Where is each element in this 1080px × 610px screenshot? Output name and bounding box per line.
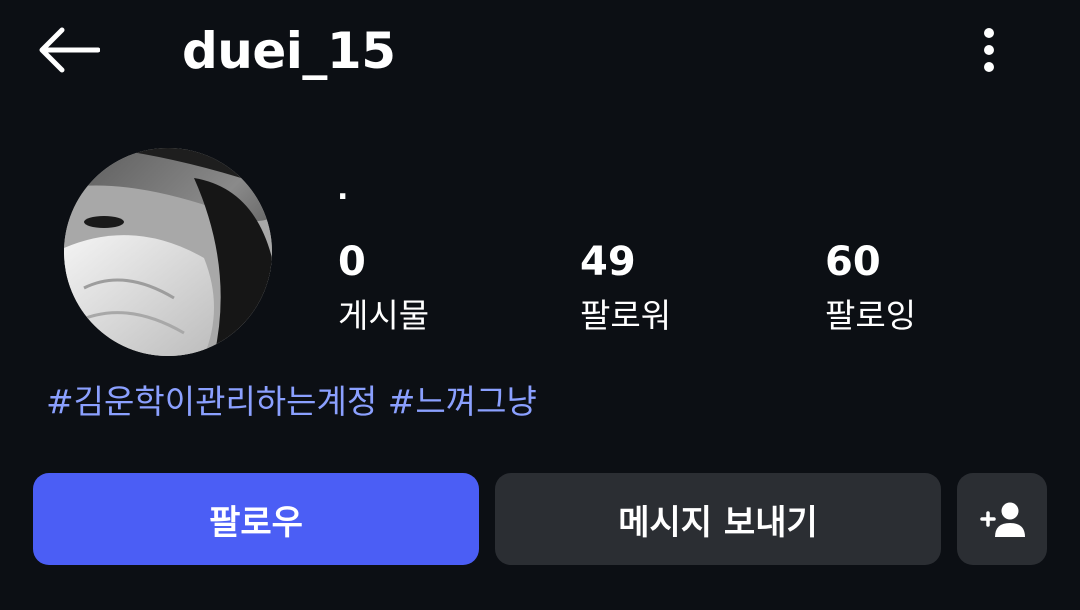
profile-username: duei_15	[182, 22, 396, 80]
posts-stat[interactable]: 0 게시물	[338, 238, 429, 338]
avatar[interactable]	[64, 148, 272, 356]
add-person-icon	[980, 502, 1025, 537]
profile-screen: duei_15 . 0 게시물 49 팔로워 60 팔로잉 #김운학이관리하는계…	[0, 0, 1080, 610]
posts-label: 게시물	[338, 296, 430, 335]
followers-stat[interactable]: 49 팔로워	[580, 238, 671, 338]
suggest-people-button[interactable]	[957, 473, 1047, 565]
message-button[interactable]: 메시지 보내기	[495, 473, 941, 565]
avatar-photo	[64, 148, 272, 356]
follow-button[interactable]: 팔로우	[33, 473, 479, 565]
bio-hashtags: #김운학이관리하는계정 #느껴그냥	[46, 380, 537, 424]
following-stat[interactable]: 60 팔로잉	[825, 238, 916, 338]
more-options-button[interactable]	[966, 24, 1012, 76]
following-label: 팔로잉	[825, 296, 917, 335]
hashtag-link[interactable]: #느껴그냥	[388, 382, 537, 421]
hashtag-link[interactable]: #김운학이관리하는계정	[46, 382, 377, 421]
profile-name: .	[337, 172, 349, 207]
more-vertical-icon	[984, 28, 994, 72]
back-button[interactable]	[34, 24, 102, 76]
arrow-left-icon	[39, 27, 100, 73]
posts-count: 0	[338, 239, 366, 285]
followers-count: 49	[580, 239, 636, 285]
followers-label: 팔로워	[580, 296, 672, 335]
following-count: 60	[825, 239, 881, 285]
